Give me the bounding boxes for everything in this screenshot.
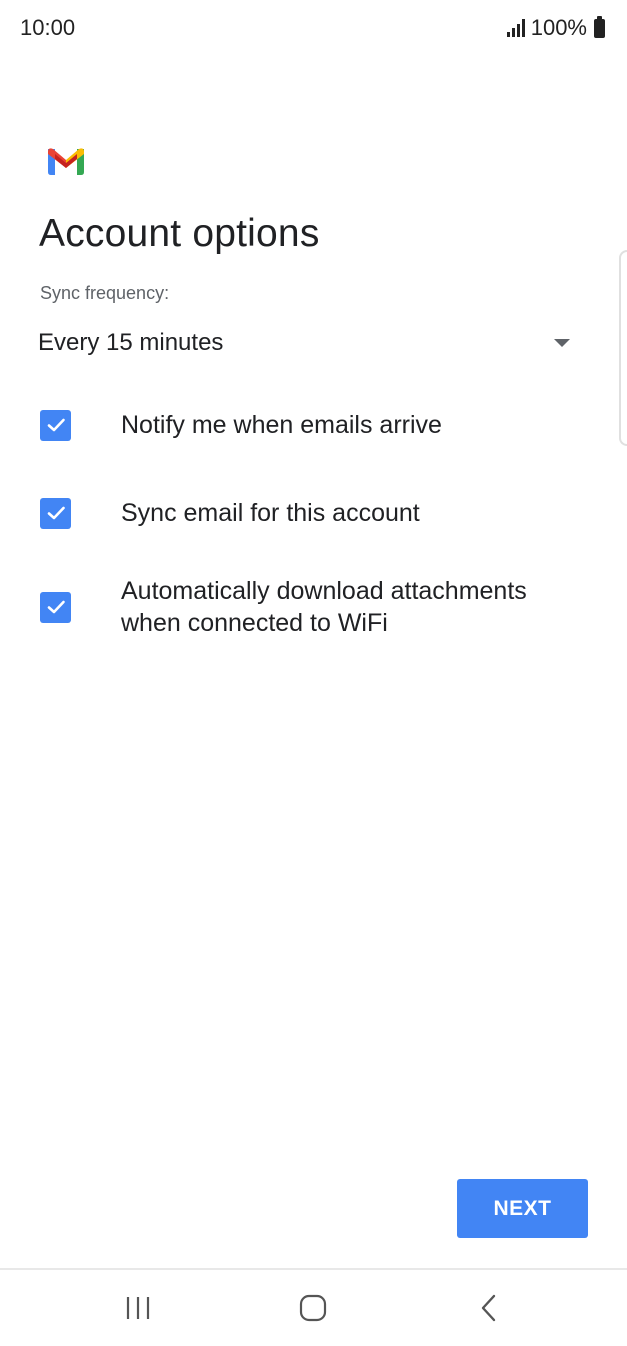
dropdown-arrow-icon xyxy=(554,339,570,347)
gmail-logo-icon xyxy=(48,148,84,175)
battery-icon xyxy=(594,15,605,38)
sync-frequency-label: Sync frequency: xyxy=(40,283,170,303)
status-time: 10:00 xyxy=(20,15,76,40)
home-button[interactable] xyxy=(268,1270,358,1346)
sync-frequency-dropdown[interactable]: Every 15 minutes xyxy=(38,318,578,368)
sync-email-option[interactable]: Sync email for this account xyxy=(40,492,580,534)
check-icon xyxy=(47,418,65,432)
home-icon xyxy=(299,1294,327,1322)
back-button[interactable] xyxy=(444,1270,534,1346)
account-options-screen: 10:00 100% Account options Sync frequenc… xyxy=(0,0,627,1346)
notify-checkbox[interactable] xyxy=(40,409,71,441)
check-icon xyxy=(47,600,65,614)
recents-icon xyxy=(126,1297,150,1319)
notify-option[interactable]: Notify me when emails arrive xyxy=(40,404,580,446)
page-title: Account options xyxy=(39,212,320,255)
scroll-indicator xyxy=(619,250,627,446)
battery-percentage: 100% xyxy=(530,15,587,40)
navigation-bar xyxy=(0,1268,627,1346)
auto-download-checkbox[interactable] xyxy=(40,591,71,623)
next-button[interactable]: NEXT xyxy=(457,1179,588,1238)
back-icon xyxy=(481,1294,496,1322)
signal-icon xyxy=(506,19,525,37)
sync-email-label: Sync email for this account xyxy=(121,499,420,527)
auto-download-option[interactable]: Automatically download attachments when … xyxy=(40,575,580,639)
notify-label: Notify me when emails arrive xyxy=(121,411,442,439)
auto-download-label: Automatically download attachments when … xyxy=(121,577,527,637)
recents-button[interactable] xyxy=(93,1270,183,1346)
sync-email-checkbox[interactable] xyxy=(40,497,71,529)
sync-frequency-value: Every 15 minutes xyxy=(38,329,224,356)
status-indicators: 100% xyxy=(506,15,605,41)
check-icon xyxy=(47,506,65,520)
status-bar: 10:00 100% xyxy=(0,0,627,58)
